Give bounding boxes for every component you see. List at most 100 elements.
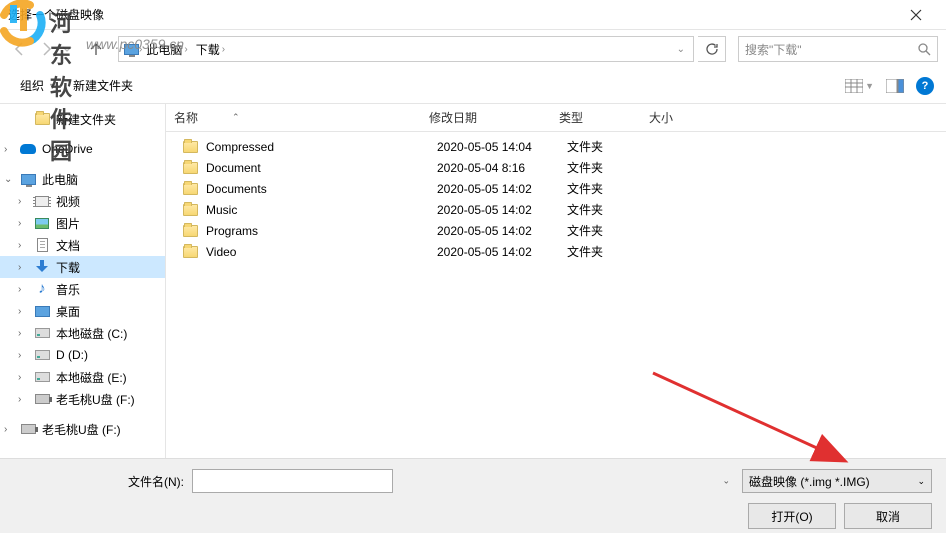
folder-icon bbox=[182, 202, 198, 218]
tree-item[interactable]: › 老毛桃U盘 (F:) bbox=[0, 388, 165, 410]
expand-icon[interactable]: › bbox=[4, 424, 14, 435]
col-name-header[interactable]: 名称⌃ bbox=[166, 104, 421, 131]
tree-item[interactable]: › 本地磁盘 (E:) bbox=[0, 366, 165, 388]
column-headers: 名称⌃ 修改日期 类型 大小 bbox=[166, 104, 946, 132]
breadcrumb-item[interactable]: 下载› bbox=[192, 41, 229, 58]
drive-icon bbox=[34, 369, 50, 385]
help-button[interactable]: ? bbox=[916, 77, 934, 95]
tree-item[interactable]: › ♪ 音乐 bbox=[0, 278, 165, 300]
file-row[interactable]: Programs 2020-05-05 14:02 文件夹 bbox=[166, 220, 946, 241]
tree-item[interactable]: › 下载 bbox=[0, 256, 165, 278]
folder-icon bbox=[182, 244, 198, 260]
file-date: 2020-05-05 14:04 bbox=[429, 140, 559, 154]
expand-icon[interactable]: › bbox=[18, 284, 28, 295]
expand-icon[interactable]: › bbox=[18, 350, 28, 361]
chevron-down-icon: ▼ bbox=[48, 81, 57, 91]
title-bar: 选择一个磁盘映像 bbox=[0, 0, 946, 30]
chevron-down-icon[interactable]: ⌄ bbox=[673, 44, 689, 55]
view-details-icon bbox=[845, 79, 863, 93]
tree-item-label: D (D:) bbox=[56, 348, 88, 362]
folder-icon bbox=[182, 160, 198, 176]
col-size-header[interactable]: 大小 bbox=[641, 104, 721, 131]
dialog-footer: 文件名(N): ⌄ 磁盘映像 (*.img *.IMG)⌄ 打开(O) 取消 bbox=[0, 458, 946, 533]
file-type: 文件夹 bbox=[559, 138, 649, 155]
expand-icon[interactable]: › bbox=[4, 144, 14, 155]
expand-icon[interactable]: › bbox=[18, 218, 28, 229]
nav-forward-button[interactable] bbox=[34, 37, 58, 61]
tree-item[interactable]: › 视频 bbox=[0, 190, 165, 212]
refresh-button[interactable] bbox=[698, 36, 726, 62]
col-date-header[interactable]: 修改日期 bbox=[421, 104, 551, 131]
expand-icon[interactable]: › bbox=[18, 328, 28, 339]
open-button[interactable]: 打开(O) bbox=[748, 503, 836, 529]
file-row[interactable]: Documents 2020-05-05 14:02 文件夹 bbox=[166, 178, 946, 199]
folder-icon bbox=[182, 139, 198, 155]
close-button[interactable] bbox=[893, 1, 938, 29]
tree-item-label: OneDrive bbox=[42, 142, 93, 156]
arrow-up-icon bbox=[88, 41, 104, 57]
refresh-icon bbox=[705, 42, 719, 56]
expand-icon[interactable]: ⌄ bbox=[4, 174, 14, 185]
tree-item[interactable]: › OneDrive bbox=[0, 138, 165, 160]
expand-icon[interactable]: › bbox=[18, 306, 28, 317]
breadcrumb-item[interactable]: 此电脑› bbox=[142, 41, 191, 58]
arrow-right-icon bbox=[38, 41, 54, 57]
tree-item[interactable]: 新建文件夹 bbox=[0, 108, 165, 130]
file-list: 名称⌃ 修改日期 类型 大小 Compressed 2020-05-05 14:… bbox=[166, 104, 946, 494]
cancel-button[interactable]: 取消 bbox=[844, 503, 932, 529]
filename-dropdown-button[interactable]: ⌄ bbox=[722, 476, 730, 487]
col-type-header[interactable]: 类型 bbox=[551, 104, 641, 131]
address-bar[interactable]: › 此电脑› 下载› ⌄ bbox=[118, 36, 694, 62]
file-row[interactable]: Document 2020-05-04 8:16 文件夹 bbox=[166, 157, 946, 178]
new-folder-button[interactable]: 新建文件夹 bbox=[65, 73, 141, 98]
nav-up-button[interactable] bbox=[84, 37, 108, 61]
tree-item-label: 视频 bbox=[56, 193, 80, 210]
file-type: 文件夹 bbox=[559, 201, 649, 218]
nav-recent-button[interactable] bbox=[60, 37, 74, 61]
expand-icon[interactable]: › bbox=[18, 240, 28, 251]
window-title: 选择一个磁盘映像 bbox=[8, 6, 893, 23]
file-name: Video bbox=[206, 245, 236, 259]
file-row[interactable]: Compressed 2020-05-05 14:04 文件夹 bbox=[166, 136, 946, 157]
file-name: Document bbox=[206, 161, 261, 175]
filename-input[interactable] bbox=[192, 469, 393, 493]
expand-icon[interactable]: › bbox=[18, 196, 28, 207]
tree-item-label: 本地磁盘 (E:) bbox=[56, 369, 127, 386]
preview-pane-button[interactable] bbox=[886, 79, 904, 93]
drive-icon bbox=[34, 325, 50, 341]
file-name: Programs bbox=[206, 224, 258, 238]
tree-item-label: 图片 bbox=[56, 215, 80, 232]
tree-item-label: 本地磁盘 (C:) bbox=[56, 325, 127, 342]
search-input[interactable]: 搜索"下载" bbox=[738, 36, 938, 62]
tree-item[interactable]: ⌄ 此电脑 bbox=[0, 168, 165, 190]
file-row[interactable]: Video 2020-05-05 14:02 文件夹 bbox=[166, 241, 946, 262]
file-date: 2020-05-05 14:02 bbox=[429, 224, 559, 238]
file-row[interactable]: Music 2020-05-05 14:02 文件夹 bbox=[166, 199, 946, 220]
tree-item[interactable]: › D (D:) bbox=[0, 344, 165, 366]
video-icon bbox=[34, 193, 50, 209]
expand-icon[interactable]: › bbox=[18, 394, 28, 405]
expand-icon[interactable]: › bbox=[18, 262, 28, 273]
close-icon bbox=[910, 9, 922, 21]
tree-item-label: 文档 bbox=[56, 237, 80, 254]
arrow-left-icon bbox=[12, 41, 28, 57]
nav-tree[interactable]: 新建文件夹› OneDrive⌄ 此电脑› 视频› 图片› 文档› 下载› ♪ … bbox=[0, 104, 166, 494]
tree-item[interactable]: › 图片 bbox=[0, 212, 165, 234]
organize-button[interactable]: 组织▼ bbox=[12, 73, 65, 98]
music-icon: ♪ bbox=[34, 281, 50, 297]
usb-icon bbox=[34, 391, 50, 407]
file-name: Documents bbox=[206, 182, 267, 196]
file-rows[interactable]: Compressed 2020-05-05 14:04 文件夹 Document… bbox=[166, 132, 946, 494]
view-mode-button[interactable]: ▼ bbox=[845, 79, 874, 93]
nav-back-button[interactable] bbox=[8, 37, 32, 61]
tree-item[interactable]: › 桌面 bbox=[0, 300, 165, 322]
tree-item[interactable]: › 老毛桃U盘 (F:) bbox=[0, 418, 165, 440]
filetype-filter-select[interactable]: 磁盘映像 (*.img *.IMG)⌄ bbox=[742, 469, 932, 493]
sort-asc-icon: ⌃ bbox=[232, 112, 240, 123]
tree-item[interactable]: › 文档 bbox=[0, 234, 165, 256]
tree-item[interactable]: › 本地磁盘 (C:) bbox=[0, 322, 165, 344]
file-date: 2020-05-05 14:02 bbox=[429, 203, 559, 217]
tree-item-label: 此电脑 bbox=[42, 171, 78, 188]
file-date: 2020-05-05 14:02 bbox=[429, 182, 559, 196]
expand-icon[interactable]: › bbox=[18, 372, 28, 383]
